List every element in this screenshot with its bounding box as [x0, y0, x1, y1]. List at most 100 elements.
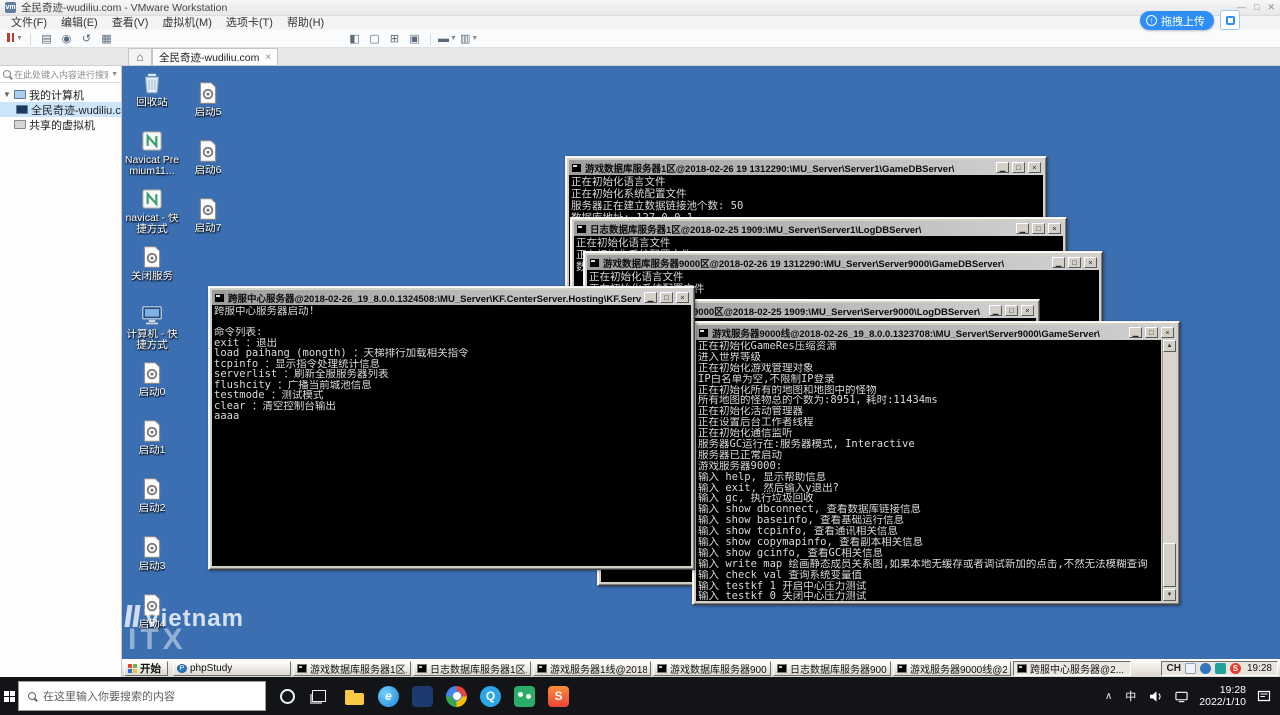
console-output[interactable]: 跨服中心服务器启动!命令列表:exit ：退出load paihang (mon…: [212, 305, 691, 566]
menu-item[interactable]: 编辑(E): [54, 16, 105, 30]
maximize-button[interactable]: □: [1068, 257, 1081, 268]
tab-close-icon[interactable]: ×: [265, 52, 271, 63]
sogou-icon[interactable]: S: [548, 686, 569, 707]
console-titlebar[interactable]: 游戏数据库服务器9000区@2018-02-26 19 1312290:\MU_…: [587, 255, 1099, 270]
close-button[interactable]: ×: [1161, 327, 1174, 338]
desktop-icon[interactable]: 计算机 - 快捷方式: [124, 302, 180, 360]
taskbar-search-box[interactable]: 在这里输入你要搜索的内容: [18, 681, 266, 711]
console-window-kfcenter[interactable]: 跨服中心服务器@2018-02-26_19_8.0.0.1324508:\MU_…: [208, 286, 695, 570]
close-button[interactable]: ×: [1048, 223, 1061, 234]
vm-taskbar-button[interactable]: 游戏服务器9000线@20...: [893, 661, 1011, 676]
desktop-icon[interactable]: 启动7: [180, 196, 236, 254]
menu-item[interactable]: 选项卡(T): [219, 16, 280, 30]
desktop-icon[interactable]: 启动5: [180, 80, 236, 138]
desktop-icon[interactable]: 启动1: [124, 418, 180, 476]
show-library-button[interactable]: ◧: [346, 31, 363, 46]
desktop-icon[interactable]: 启动2: [124, 476, 180, 534]
wechat-icon[interactable]: [514, 686, 535, 707]
task-view-icon[interactable]: [312, 690, 326, 702]
tray-app-icon[interactable]: [1200, 663, 1211, 674]
collapse-icon[interactable]: ▼: [3, 90, 11, 99]
tab-vm[interactable]: 全民奇迹-wudiliu.com ×: [152, 48, 278, 65]
maximize-button[interactable]: □: [1005, 305, 1018, 316]
manage-snapshots-button[interactable]: ▦: [98, 31, 115, 46]
vm-taskbar-button[interactable]: 游戏数据库服务器1区...: [293, 661, 411, 676]
minimize-button[interactable]: ▁: [1016, 223, 1029, 234]
scrollbar[interactable]: ▲ ▼: [1162, 340, 1176, 601]
console-titlebar[interactable]: 日志数据库服务器1区@2018-02-25 1909:\MU_Server\Se…: [574, 221, 1063, 236]
network-icon[interactable]: [1174, 690, 1189, 703]
revert-snapshot-button[interactable]: ↺: [78, 31, 95, 46]
close-button[interactable]: ×: [1084, 257, 1097, 268]
desktop-icon[interactable]: navicat - 快捷方式: [124, 186, 180, 244]
library-search-box[interactable]: 在此处键入内容进行搜索 ▼: [0, 66, 121, 83]
console-window-gameserver9000[interactable]: 游戏服务器9000线@2018-02-26_19_8.0.0.1323708:\…: [692, 321, 1180, 605]
vm-clock[interactable]: 19:28: [1245, 663, 1272, 674]
minimize-button[interactable]: ▁: [644, 292, 657, 303]
language-indicator[interactable]: CH: [1167, 663, 1181, 674]
layout-dropdown-button[interactable]: ▥▼: [460, 31, 478, 46]
action-center-icon[interactable]: [1256, 689, 1272, 703]
minimize-button[interactable]: ▁: [1129, 327, 1142, 338]
vm-taskbar-button[interactable]: PphpStudy: [173, 661, 291, 676]
vm-taskbar-button[interactable]: 日志数据库服务器900...: [773, 661, 891, 676]
desktop-icon[interactable]: 关闭服务: [124, 244, 180, 302]
vm-taskbar-button[interactable]: 日志数据库服务器1区...: [413, 661, 531, 676]
tray-expand-icon[interactable]: ∧: [1105, 691, 1112, 702]
maximize-button[interactable]: □: [1012, 162, 1025, 173]
close-button[interactable]: ×: [1021, 305, 1034, 316]
upload-button[interactable]: ↑ 拖拽上传: [1140, 11, 1214, 30]
tree-item-shared-vms[interactable]: 共享的虚拟机: [0, 117, 121, 132]
desktop-icon[interactable]: 启动3: [124, 534, 180, 592]
host-start-button[interactable]: [0, 677, 18, 715]
file-explorer-icon[interactable]: [344, 686, 365, 707]
capture-tool-button[interactable]: [1220, 10, 1240, 30]
desktop-icon[interactable]: 启动6: [180, 138, 236, 196]
maximize-button[interactable]: □: [1145, 327, 1158, 338]
ime-indicator[interactable]: 中: [1122, 687, 1139, 705]
unity-mode-button[interactable]: ▣: [406, 31, 423, 46]
maximize-button[interactable]: □: [1254, 2, 1259, 13]
vm-taskbar-button[interactable]: 游戏服务器1线@2018-...: [533, 661, 651, 676]
desktop-icon[interactable]: Navicat Premium11...: [124, 128, 180, 186]
send-ctrl-alt-del-button[interactable]: ▤: [38, 31, 55, 46]
desktop-icon[interactable]: 回收站: [124, 70, 180, 128]
menu-item[interactable]: 帮助(H): [280, 16, 331, 30]
clock[interactable]: 19:28 2022/1/10: [1199, 684, 1246, 709]
app-icon[interactable]: [412, 686, 433, 707]
tray-app-icon[interactable]: [1215, 663, 1226, 674]
qq-icon[interactable]: Q: [480, 686, 501, 707]
scroll-up-icon[interactable]: ▲: [1163, 340, 1176, 352]
close-button[interactable]: ×: [676, 292, 689, 303]
vm-start-button[interactable]: 开始: [124, 661, 168, 676]
minimize-button[interactable]: ▁: [1052, 257, 1065, 268]
vmware-titlebar[interactable]: vm 全民奇迹-wudiliu.com - VMware Workstation…: [0, 0, 1280, 16]
tree-item-my-computer[interactable]: ▼ 我的计算机: [0, 87, 121, 102]
maximize-button[interactable]: □: [660, 292, 673, 303]
display-dropdown-button[interactable]: ▬▼: [438, 31, 457, 46]
console-titlebar[interactable]: 游戏服务器9000线@2018-02-26_19_8.0.0.1323708:\…: [696, 325, 1176, 340]
vm-taskbar-button[interactable]: 游戏数据库服务器900...: [653, 661, 771, 676]
take-snapshot-button[interactable]: ◉: [58, 31, 75, 46]
volume-icon[interactable]: [1149, 690, 1164, 703]
console-titlebar[interactable]: 跨服中心服务器@2018-02-26_19_8.0.0.1324508:\MU_…: [212, 290, 691, 305]
tree-item-vm[interactable]: 全民奇迹-wudiliu.com: [0, 102, 121, 117]
scroll-thumb[interactable]: [1163, 543, 1176, 587]
menu-item[interactable]: 文件(F): [4, 16, 54, 30]
minimize-button[interactable]: ▁: [996, 162, 1009, 173]
maximize-button[interactable]: □: [1032, 223, 1045, 234]
scroll-down-icon[interactable]: ▼: [1163, 589, 1176, 601]
close-button[interactable]: ×: [1028, 162, 1041, 173]
chrome-icon[interactable]: [446, 686, 467, 707]
close-button[interactable]: ✕: [1267, 2, 1275, 13]
vm-taskbar-button[interactable]: 跨服中心服务器@2...: [1013, 661, 1131, 676]
cortana-icon[interactable]: [280, 689, 295, 704]
console-output[interactable]: 正在初始化GameRes压缩资源进入世界等级正在初始化游戏管理对象IP白名单为空…: [696, 340, 1161, 601]
sogou-input-icon[interactable]: S: [1230, 663, 1241, 674]
minimize-button[interactable]: ▁: [989, 305, 1002, 316]
pause-vm-button[interactable]: ▼: [6, 31, 23, 46]
menu-item[interactable]: 虚拟机(M): [155, 16, 219, 30]
fullscreen-button[interactable]: ⊞: [386, 31, 403, 46]
home-tab[interactable]: ⌂: [128, 48, 152, 65]
edge-browser-icon[interactable]: e: [378, 686, 399, 707]
